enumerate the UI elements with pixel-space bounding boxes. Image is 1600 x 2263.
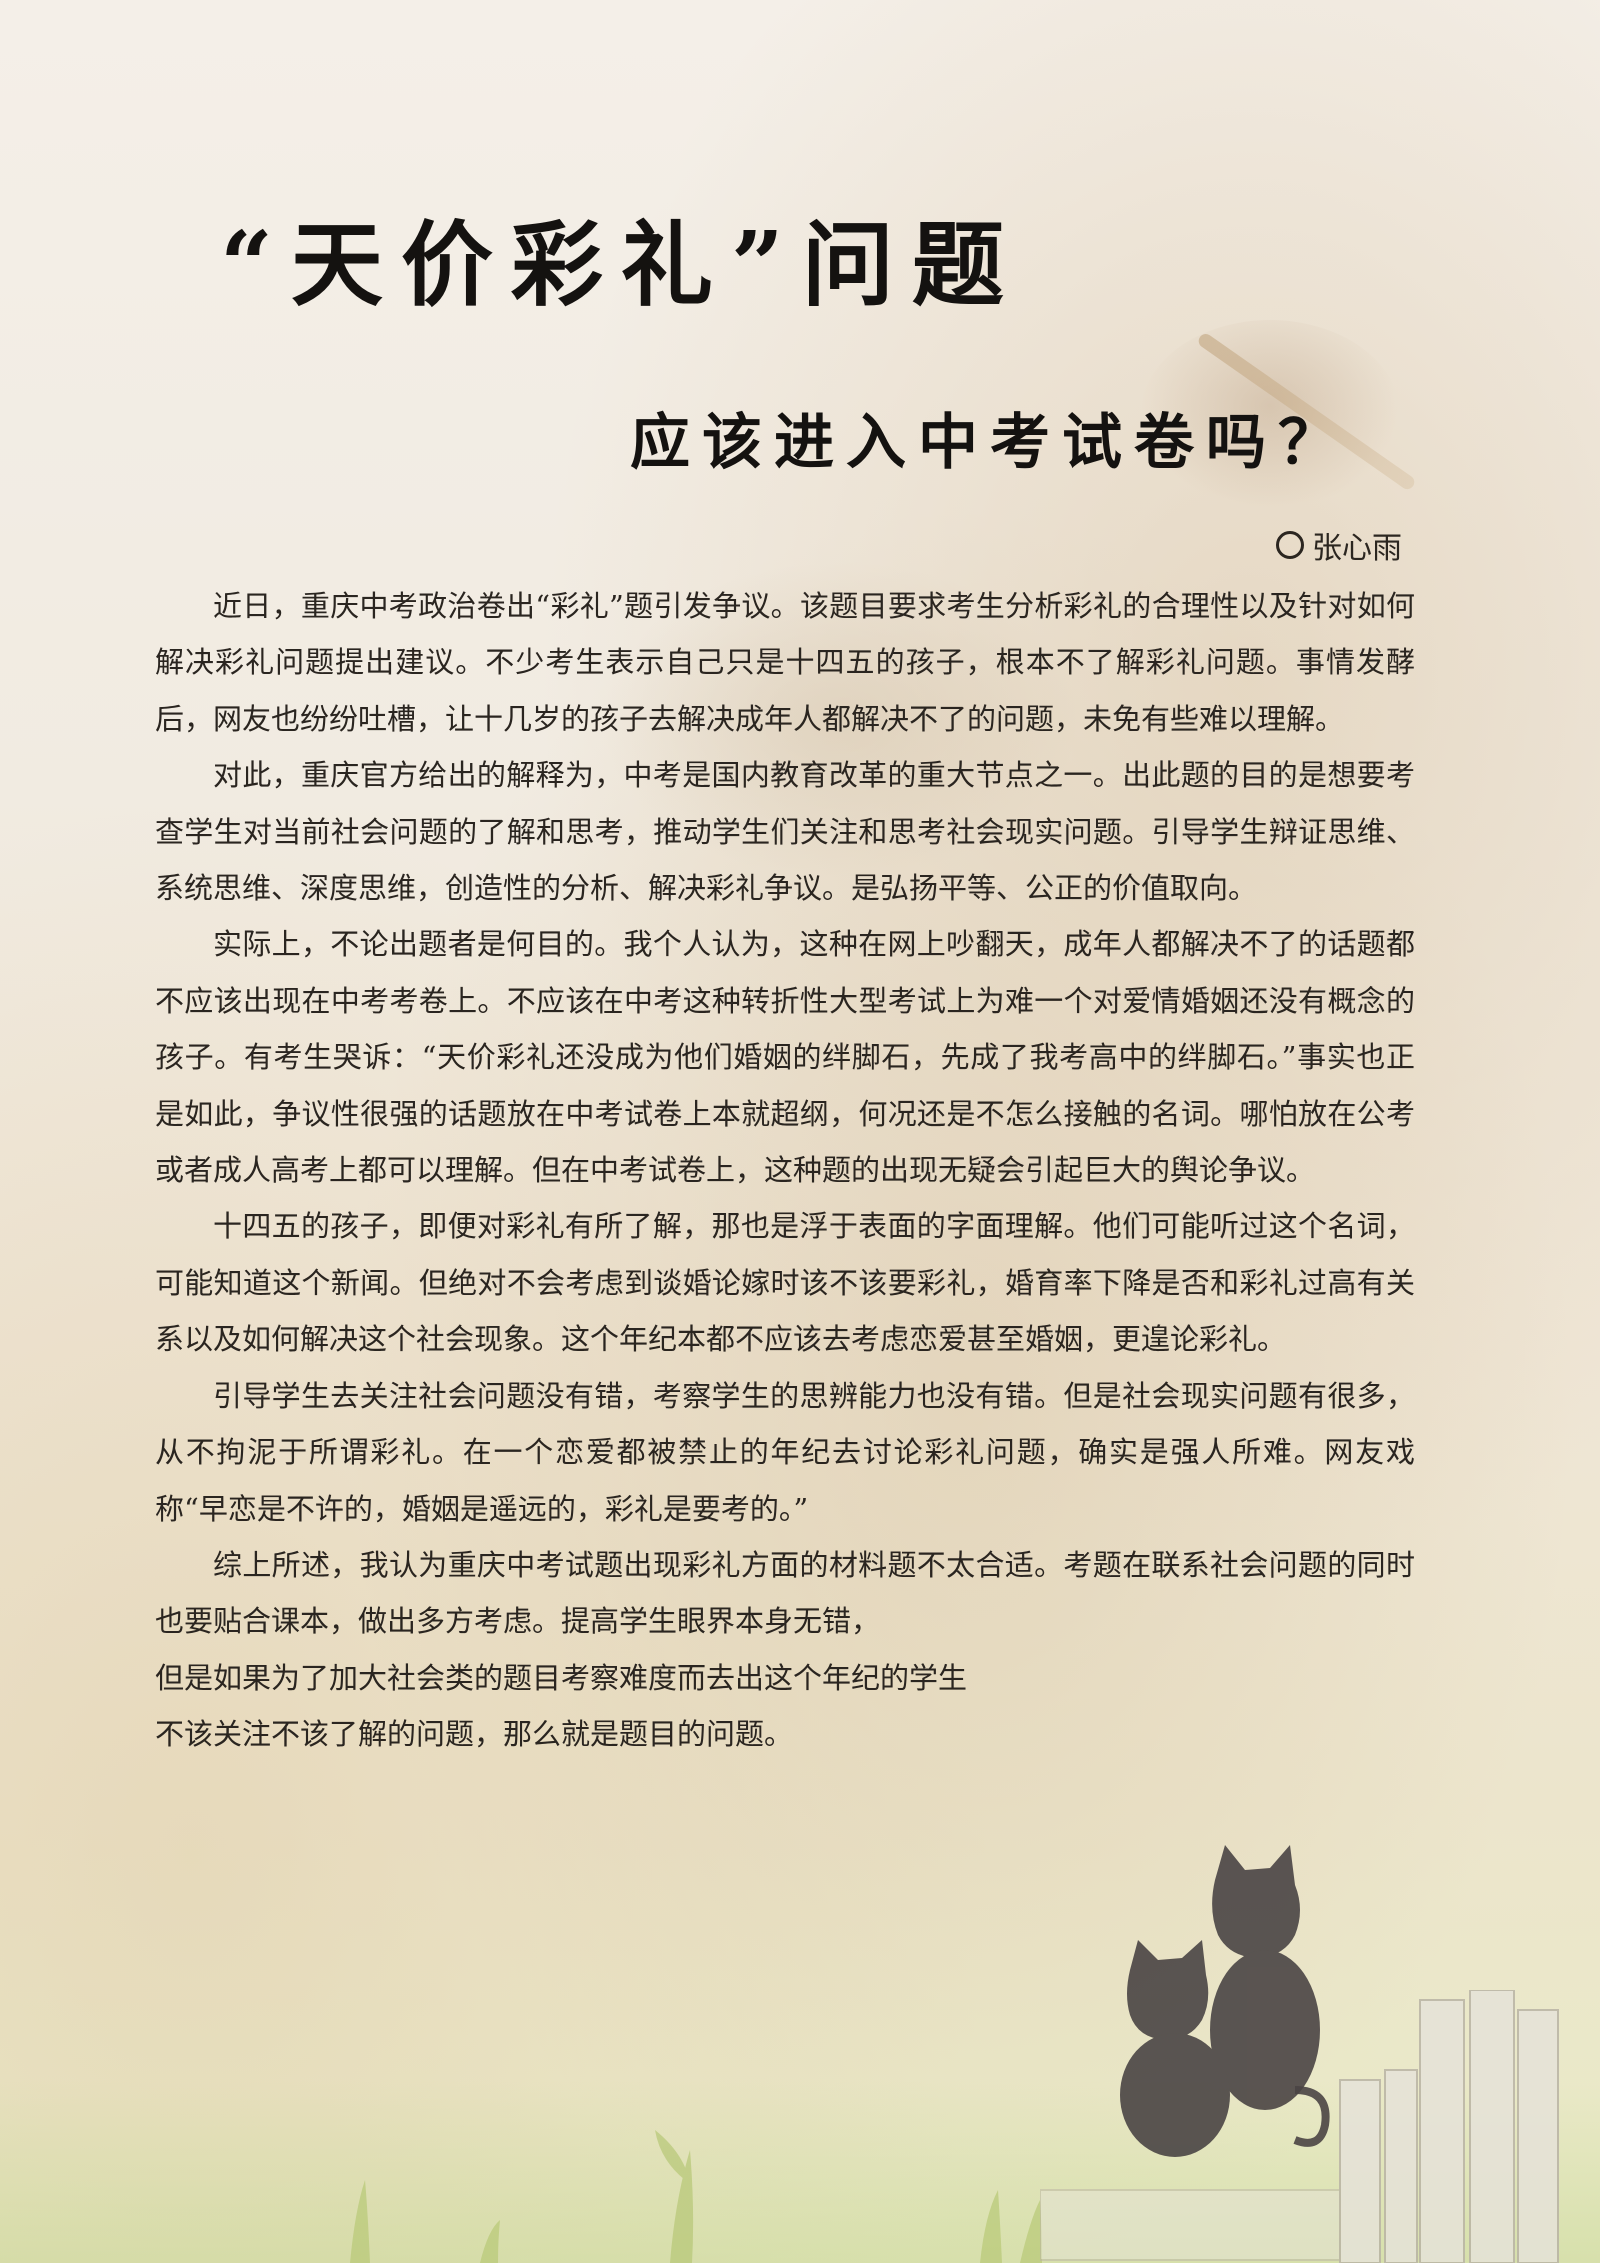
closing-line: 不该关注不该了解的问题，那么就是题目的问题。	[155, 1717, 794, 1752]
author-name: 张心雨	[1312, 531, 1402, 566]
article-body: 近日，重庆中考政治卷出“彩礼”题引发争议。该题目要求考生分析彩礼的合理性以及针对…	[155, 578, 1415, 1763]
magazine-page: “天价彩礼”问题 应该进入中考试卷吗？ 张心雨 近日，重庆中考政治卷出“彩礼”题…	[0, 0, 1600, 2263]
wooden-fence-illustration	[1040, 1990, 1559, 2263]
paragraph: 十四五的孩子，即便对彩礼有所了解，那也是浮于表面的字面理解。他们可能听过这个名词…	[155, 1209, 1415, 1357]
article-subtitle: 应该进入中考试卷吗？	[630, 408, 1350, 478]
grass-ground-decoration	[0, 2080, 1600, 2263]
article-title: “天价彩礼”问题	[220, 211, 1022, 319]
paragraph: 综上所述，我认为重庆中考试题出现彩礼方面的材料题不太合适。考题在联系社会问题的同…	[155, 1547, 1415, 1639]
grass-illustration	[350, 2130, 1042, 2263]
paragraph: 实际上，不论出题者是何目的。我个人认为，这种在网上吵翻天，成年人都解决不了的话题…	[155, 927, 1415, 1188]
circle-icon	[1276, 531, 1304, 559]
author-byline: 张心雨	[1276, 523, 1402, 567]
paragraph: 近日，重庆中考政治卷出“彩礼”题引发争议。该题目要求考生分析彩礼的合理性以及针对…	[155, 589, 1415, 736]
closing-line: 但是如果为了加大社会类的题目考察难度而去出这个年纪的学生	[155, 1660, 968, 1695]
paragraph: 引导学生去关注社会问题没有错，考察学生的思辨能力也没有错。但是社会现实问题有很多…	[155, 1378, 1415, 1526]
two-black-cats-illustration	[1120, 1845, 1330, 2157]
paragraph: 对此，重庆官方给出的解释为，中考是国内教育改革的重大节点之一。出此题的目的是想要…	[155, 758, 1415, 906]
